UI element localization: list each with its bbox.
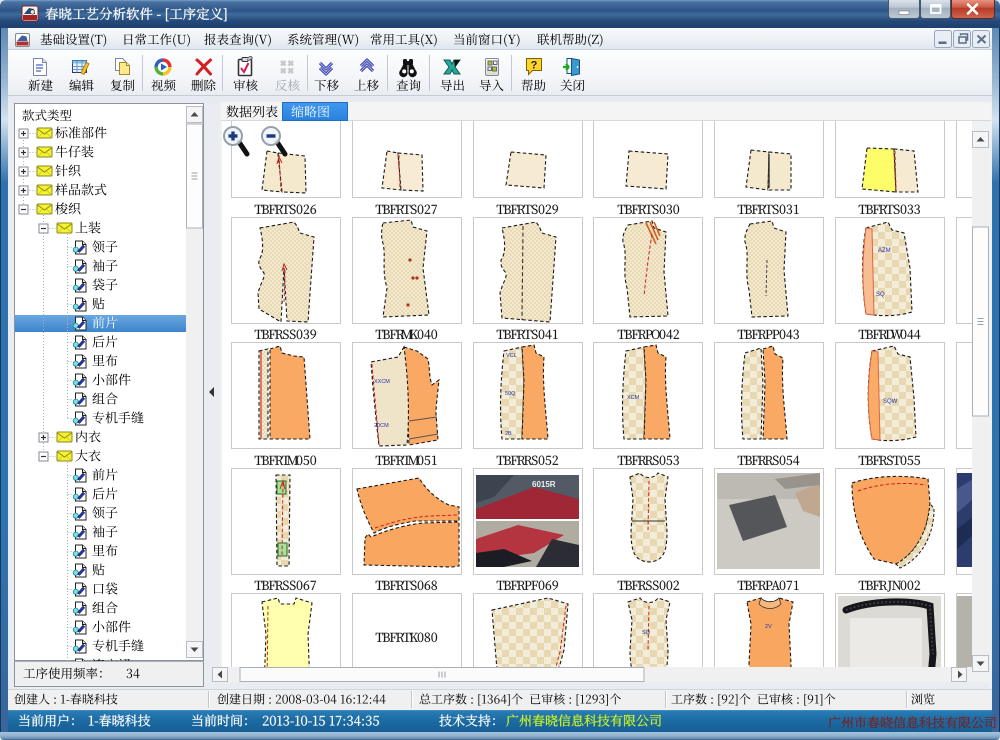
svg-text:XXCM: XXCM (374, 379, 390, 385)
svg-text:?: ? (530, 60, 537, 72)
svg-text:SQ: SQ (642, 630, 651, 636)
svg-text:SQ: SQ (876, 292, 885, 298)
svg-text:2V: 2V (765, 624, 772, 630)
svg-text:SQW: SQW (883, 399, 898, 405)
svg-text:6015R: 6015R (532, 480, 556, 489)
svg-text:XCM: XCM (627, 395, 640, 401)
svg-text:50Q: 50Q (505, 391, 516, 397)
svg-text:2B: 2B (505, 431, 512, 437)
svg-text:VCL: VCL (506, 353, 517, 359)
svg-text:AZM: AZM (878, 248, 891, 254)
svg-text:20CM: 20CM (374, 423, 389, 429)
